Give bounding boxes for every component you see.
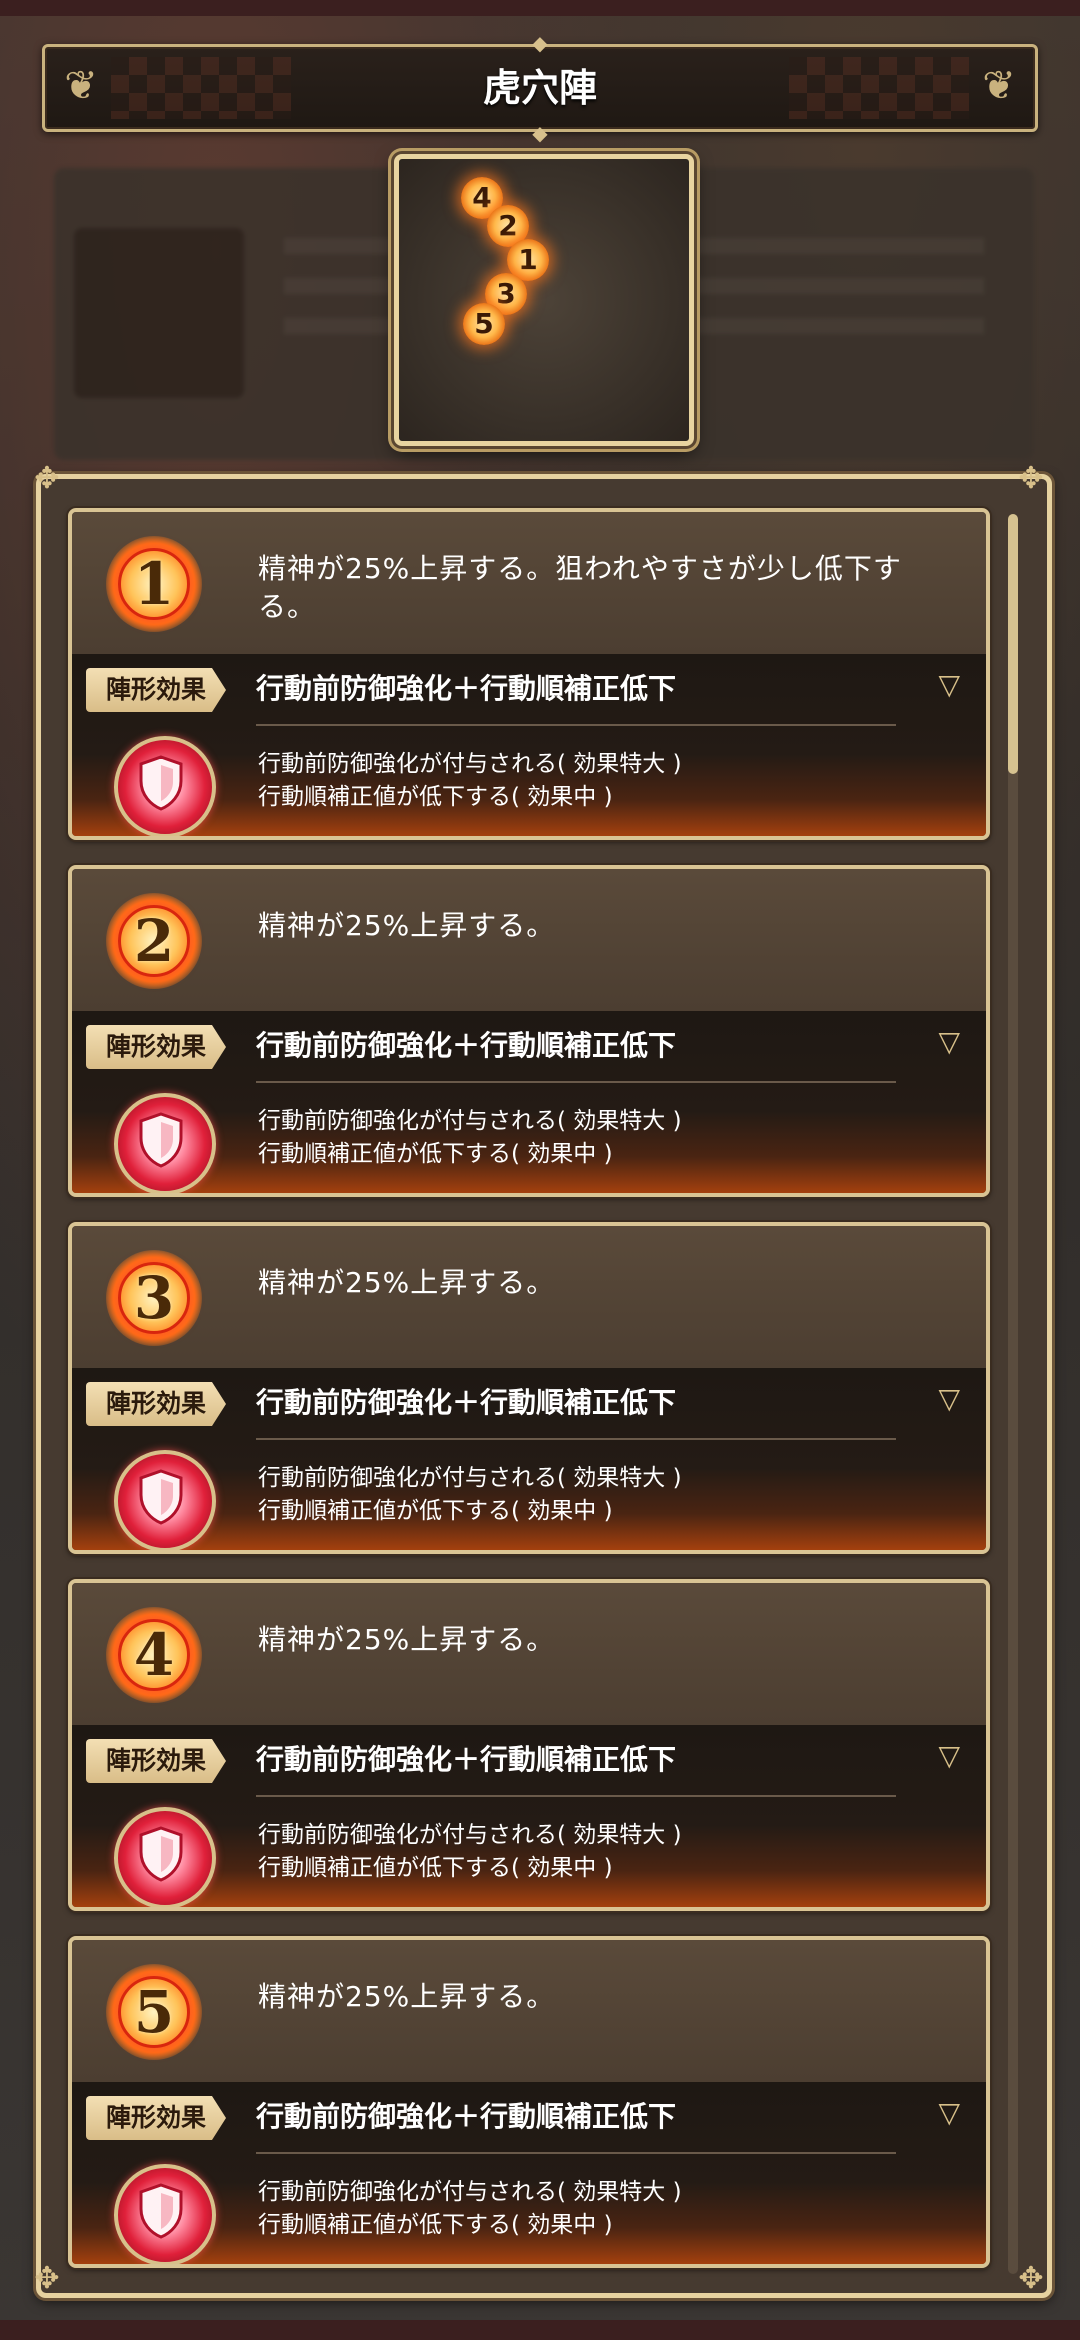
- chevron-down-icon[interactable]: ▽: [938, 2096, 960, 2129]
- scrollbar-track[interactable]: [1008, 514, 1018, 2274]
- chevron-down-icon[interactable]: ▽: [938, 1382, 960, 1415]
- effect-detail-line: 行動順補正値が低下する( 効果中 ): [258, 1141, 613, 1167]
- divider: [256, 1438, 896, 1440]
- shield-icon: [114, 1093, 216, 1193]
- effect-tag: 陣形効果: [86, 1739, 226, 1783]
- formation-entry-4: 4 精神が25%上昇する。 陣形効果 行動前防御強化＋行動順補正低下 ▽ 行動前…: [68, 1579, 990, 1911]
- effect-tag: 陣形効果: [86, 1382, 226, 1426]
- position-badge: 5: [106, 1964, 202, 2060]
- corner-ornament-icon: ✥: [34, 2261, 60, 2296]
- entry-description: 精神が25%上昇する。: [258, 1623, 556, 1656]
- effect-title: 行動前防御強化＋行動順補正低下: [256, 2100, 677, 2133]
- formation-effect-row[interactable]: 陣形効果 行動前防御強化＋行動順補正低下 ▽ 行動前防御強化が付与される( 効果…: [72, 2082, 986, 2264]
- effect-detail-line: 行動順補正値が低下する( 効果中 ): [258, 1855, 613, 1881]
- effect-title: 行動前防御強化＋行動順補正低下: [256, 672, 677, 705]
- position-number: 1: [133, 550, 175, 618]
- effect-title: 行動前防御強化＋行動順補正低下: [256, 1743, 677, 1776]
- position-badge: 4: [106, 1607, 202, 1703]
- position-number: 3: [133, 1264, 175, 1332]
- position-number: 2: [133, 907, 175, 975]
- chevron-down-icon[interactable]: ▽: [938, 1739, 960, 1772]
- shield-icon: [114, 1450, 216, 1550]
- formation-effect-row[interactable]: 陣形効果 行動前防御強化＋行動順補正低下 ▽ 行動前防御強化が付与される( 効果…: [72, 654, 986, 836]
- formation-entry-3: 3 精神が25%上昇する。 陣形効果 行動前防御強化＋行動順補正低下 ▽ 行動前…: [68, 1222, 990, 1554]
- page-title: 虎穴陣: [482, 66, 597, 110]
- position-badge: 2: [106, 893, 202, 989]
- shield-icon: [114, 2164, 216, 2264]
- corner-ornament-icon: ✥: [1018, 2261, 1044, 2296]
- divider: [256, 1081, 896, 1083]
- effect-detail-line: 行動前防御強化が付与される( 効果特大 ): [258, 1108, 682, 1134]
- divider: [256, 2152, 896, 2154]
- effect-detail-line: 行動前防御強化が付与される( 効果特大 ): [258, 751, 682, 777]
- shield-icon: [114, 736, 216, 836]
- effect-tag: 陣形効果: [86, 1025, 226, 1069]
- entry-description: 精神が25%上昇する。狙われやすさが少し低下する。: [258, 552, 902, 623]
- formation-effect-row[interactable]: 陣形効果 行動前防御強化＋行動順補正低下 ▽ 行動前防御強化が付与される( 効果…: [72, 1011, 986, 1193]
- gem-bottom-icon: ◆: [532, 121, 548, 145]
- title-bar: ❦ ❦ ◆ 虎穴陣 ◆: [42, 31, 1038, 145]
- effect-tag: 陣形効果: [86, 668, 226, 712]
- position-number: 5: [133, 1978, 175, 2046]
- position-badge: 1: [106, 536, 202, 632]
- corner-ornament-icon: ✥: [1018, 461, 1044, 496]
- formation-entry-5: 5 精神が25%上昇する。 陣形効果 行動前防御強化＋行動順補正低下 ▽ 行動前…: [68, 1936, 990, 2268]
- divider: [256, 724, 896, 726]
- top-strip: [0, 0, 1080, 16]
- effect-title: 行動前防御強化＋行動順補正低下: [256, 1386, 677, 1419]
- formation-node: 5: [463, 303, 505, 345]
- chevron-down-icon[interactable]: ▽: [938, 668, 960, 701]
- entry-description: 精神が25%上昇する。: [258, 1980, 556, 2013]
- formation-diagram: 4 2 1 3 5: [394, 154, 694, 446]
- effect-tag: 陣形効果: [86, 2096, 226, 2140]
- effect-detail-line: 行動順補正値が低下する( 効果中 ): [258, 1498, 613, 1524]
- effect-detail-line: 行動前防御強化が付与される( 効果特大 ): [258, 1822, 682, 1848]
- formation-entry-1: 1 精神が25%上昇する。狙われやすさが少し低下する。 陣形効果 行動前防御強化…: [68, 508, 990, 840]
- bottom-strip: [0, 2320, 1080, 2340]
- formation-effect-row[interactable]: 陣形効果 行動前防御強化＋行動順補正低下 ▽ 行動前防御強化が付与される( 効果…: [72, 1368, 986, 1550]
- effect-detail-line: 行動前防御強化が付与される( 効果特大 ): [258, 1465, 682, 1491]
- effect-detail-line: 行動順補正値が低下する( 効果中 ): [258, 784, 613, 810]
- formation-effect-row[interactable]: 陣形効果 行動前防御強化＋行動順補正低下 ▽ 行動前防御強化が付与される( 効果…: [72, 1725, 986, 1907]
- entry-description: 精神が25%上昇する。: [258, 909, 556, 942]
- corner-ornament-icon: ✥: [34, 461, 60, 496]
- position-number: 4: [133, 1621, 175, 1689]
- entry-description: 精神が25%上昇する。: [258, 1266, 556, 1299]
- scrollbar-thumb[interactable]: [1008, 514, 1018, 774]
- effect-detail-line: 行動順補正値が低下する( 効果中 ): [258, 2212, 613, 2238]
- effect-detail-line: 行動前防御強化が付与される( 効果特大 ): [258, 2179, 682, 2205]
- chevron-down-icon[interactable]: ▽: [938, 1025, 960, 1058]
- formation-entry-2: 2 精神が25%上昇する。 陣形効果 行動前防御強化＋行動順補正低下 ▽ 行動前…: [68, 865, 990, 1197]
- divider: [256, 1795, 896, 1797]
- shield-icon: [114, 1807, 216, 1907]
- effect-title: 行動前防御強化＋行動順補正低下: [256, 1029, 677, 1062]
- position-badge: 3: [106, 1250, 202, 1346]
